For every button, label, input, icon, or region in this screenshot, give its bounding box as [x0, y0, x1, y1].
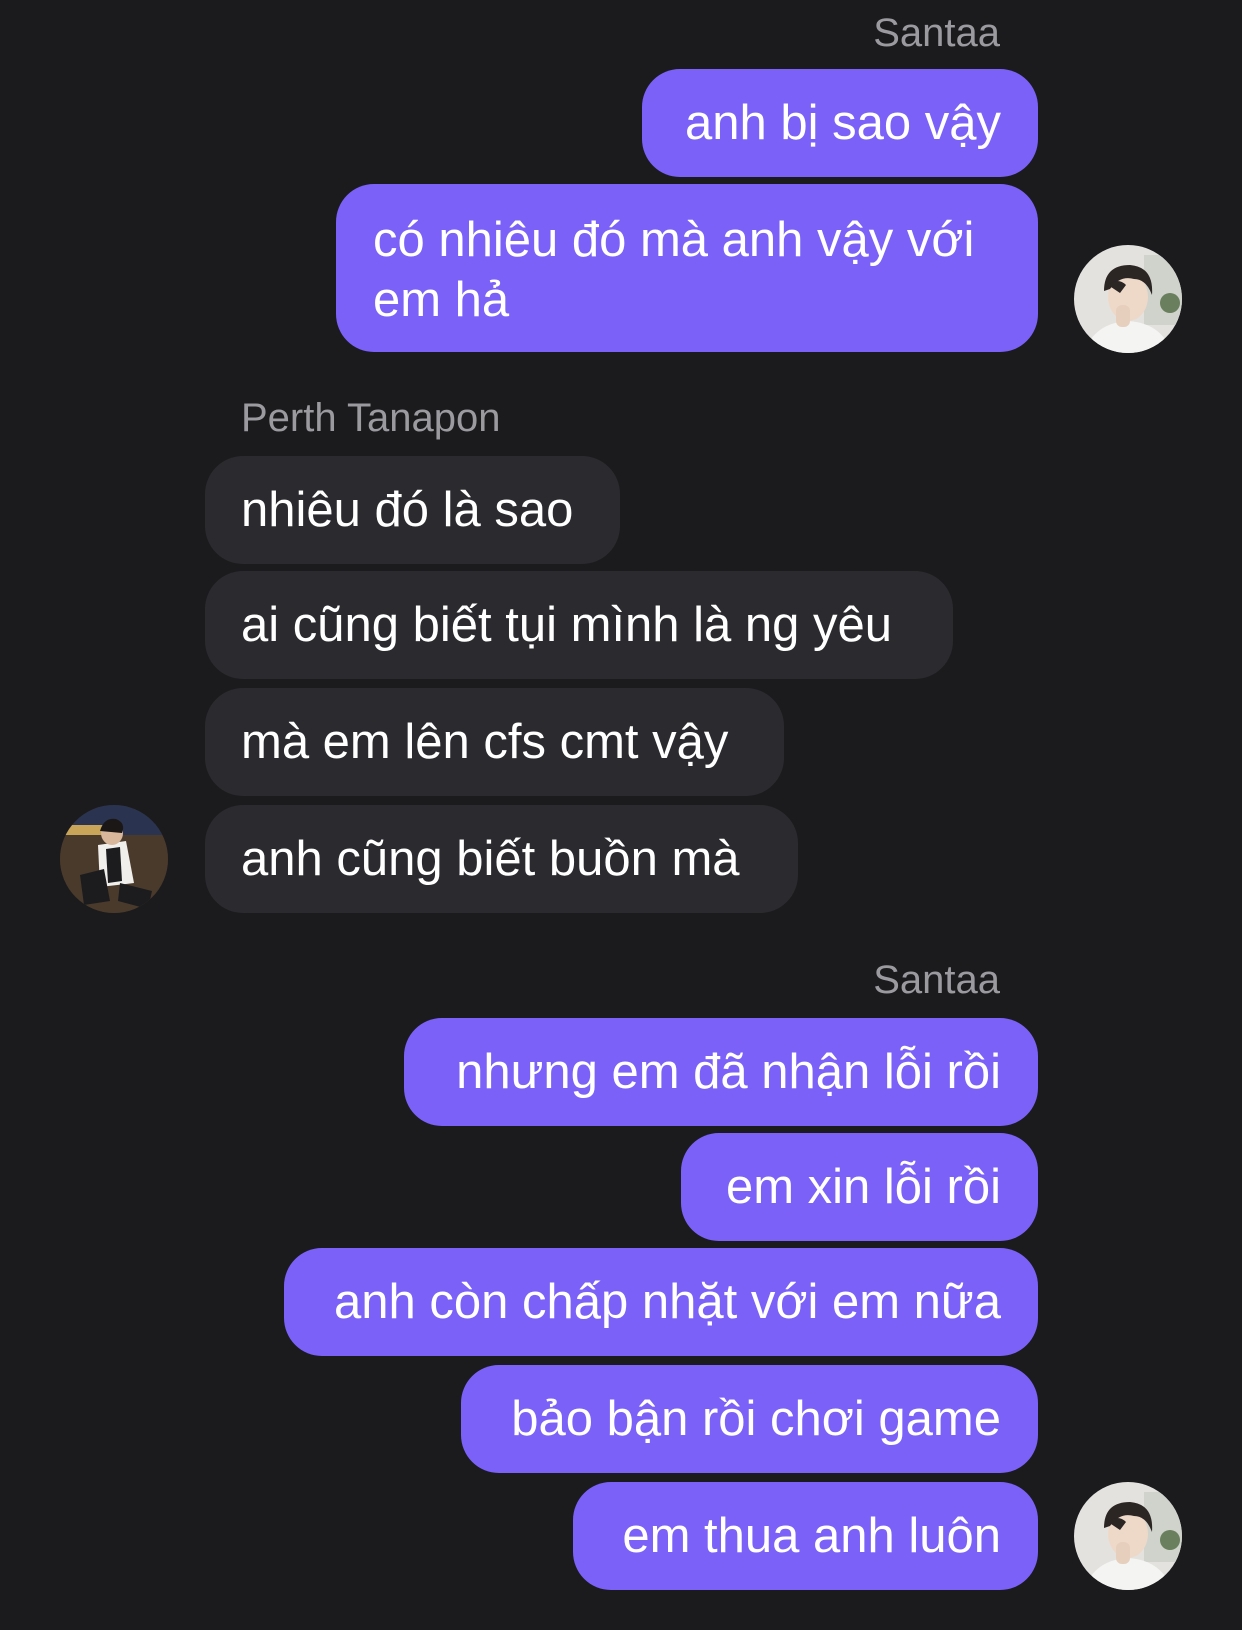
message-bubble-incoming[interactable]: nhiêu đó là sao [205, 456, 620, 564]
message-bubble-outgoing[interactable]: bảo bận rồi chơi game [461, 1365, 1038, 1473]
santaa-avatar-icon [1074, 245, 1182, 353]
message-text: anh bị sao vậy [685, 96, 1001, 150]
santaa-avatar[interactable] [1074, 1482, 1182, 1590]
message-text: ai cũng biết tụi mình là ng yêu [241, 598, 893, 652]
message-bubble-outgoing[interactable]: anh còn chấp nhặt với em nữa [284, 1248, 1038, 1356]
message-bubble-outgoing[interactable]: nhưng em đã nhận lỗi rồi [404, 1018, 1038, 1126]
santaa-avatar[interactable] [1074, 245, 1182, 353]
message-text: mà em lên cfs cmt vậy [241, 715, 729, 769]
message-text: em thua anh luôn [622, 1509, 1001, 1563]
message-text: nhưng em đã nhận lỗi rồi [456, 1045, 1001, 1099]
sender-name-santaa: Santaa [873, 11, 1000, 55]
message-bubble-outgoing[interactable]: anh bị sao vậy [642, 69, 1038, 177]
sender-name-santaa: Santaa [873, 958, 1000, 1002]
message-text: anh cũng biết buồn mà [241, 832, 740, 886]
message-bubble-outgoing[interactable]: có nhiêu đó mà anh vậy với em hả [336, 184, 1038, 352]
message-bubble-incoming[interactable]: anh cũng biết buồn mà [205, 805, 798, 913]
perth-tanapon-avatar[interactable] [60, 805, 168, 913]
message-text: có nhiêu đó mà anh vậy với em hả [373, 213, 975, 327]
perth-tanapon-avatar-icon [60, 805, 168, 913]
message-bubble-outgoing[interactable]: em thua anh luôn [573, 1482, 1038, 1590]
message-bubble-incoming[interactable]: mà em lên cfs cmt vậy [205, 688, 784, 796]
message-text: anh còn chấp nhặt với em nữa [334, 1275, 1001, 1329]
message-text: bảo bận rồi chơi game [511, 1392, 1001, 1446]
sender-name-perth-tanapon: Perth Tanapon [241, 396, 501, 440]
message-bubble-incoming[interactable]: ai cũng biết tụi mình là ng yêu [205, 571, 953, 679]
message-text: em xin lỗi rồi [725, 1160, 1001, 1214]
message-text: nhiêu đó là sao [241, 483, 574, 537]
message-bubble-outgoing[interactable]: em xin lỗi rồi [681, 1133, 1038, 1241]
santaa-avatar-icon [1074, 1482, 1182, 1590]
